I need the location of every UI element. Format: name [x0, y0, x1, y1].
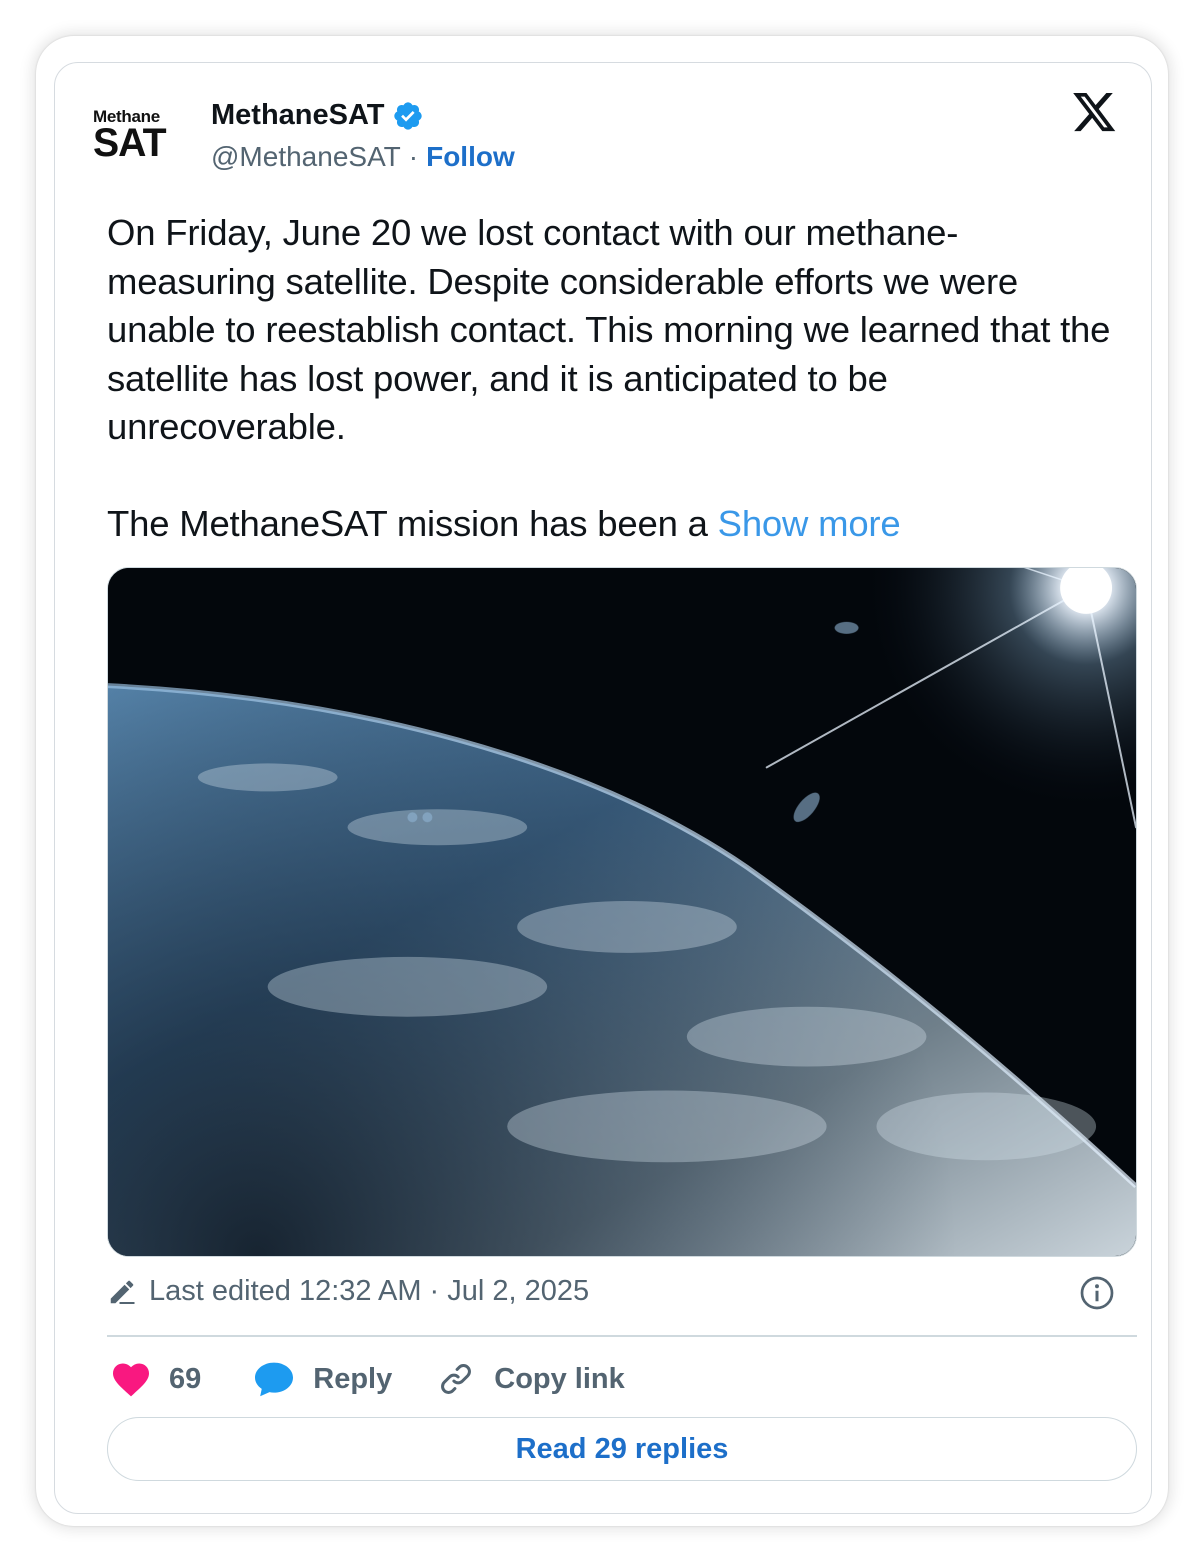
- earth-from-space-photo: [108, 568, 1136, 1256]
- read-replies-button[interactable]: Read 29 replies: [107, 1417, 1137, 1481]
- speech-bubble-icon: [255, 1362, 294, 1397]
- pencil-edit-icon: [110, 1280, 135, 1304]
- handle-separator: ·: [408, 141, 419, 172]
- reply-label: Reply: [313, 1362, 393, 1395]
- show-more-link[interactable]: Show more: [718, 503, 901, 544]
- tweet-paragraph-1: On Friday, June 20 we lost contact with …: [107, 212, 1111, 447]
- tweet-paragraph-2-text: The MethaneSAT mission has been a: [107, 502, 718, 544]
- tweet-text: On Friday, June 20 we lost contact with …: [107, 209, 1117, 548]
- link-icon: [441, 1364, 472, 1394]
- verified-badge-icon: [394, 101, 423, 130]
- copy-link-label: Copy link: [494, 1362, 625, 1395]
- edited-timestamp-row[interactable]: Last edited 12:32 AM · Jul 2, 2025: [107, 1275, 589, 1308]
- action-bar: 69 Reply Copy link: [107, 1355, 625, 1403]
- tweet-paragraph-2: The MethaneSAT mission has been a Show m…: [107, 500, 1117, 549]
- like-button[interactable]: 69: [107, 1361, 201, 1397]
- heart-icon: [113, 1363, 149, 1397]
- like-count: 69: [169, 1362, 202, 1395]
- author-handle-row: @MethaneSAT · Follow: [211, 141, 515, 173]
- author-name-row: MethaneSAT: [211, 99, 424, 132]
- avatar[interactable]: Methane SAT: [93, 103, 179, 167]
- display-name[interactable]: MethaneSAT: [211, 99, 384, 132]
- divider: [107, 1335, 1137, 1337]
- handle[interactable]: @MethaneSAT: [211, 141, 401, 173]
- info-icon[interactable]: [1079, 1275, 1115, 1311]
- copy-link-button[interactable]: Copy link: [438, 1361, 625, 1397]
- read-replies-label: Read 29 replies: [515, 1432, 729, 1465]
- follow-button[interactable]: Follow: [426, 141, 515, 173]
- embed-frame: Methane SAT MethaneSAT @MethaneSAT · Fol…: [36, 36, 1168, 1526]
- x-logo-icon[interactable]: [1073, 93, 1117, 133]
- reply-button[interactable]: Reply: [253, 1360, 392, 1398]
- tweet-card[interactable]: Methane SAT MethaneSAT @MethaneSAT · Fol…: [54, 62, 1152, 1514]
- edited-timestamp: Last edited 12:32 AM · Jul 2, 2025: [149, 1275, 590, 1307]
- tweet-media[interactable]: [107, 567, 1137, 1257]
- avatar-logo-line2: SAT: [93, 121, 167, 165]
